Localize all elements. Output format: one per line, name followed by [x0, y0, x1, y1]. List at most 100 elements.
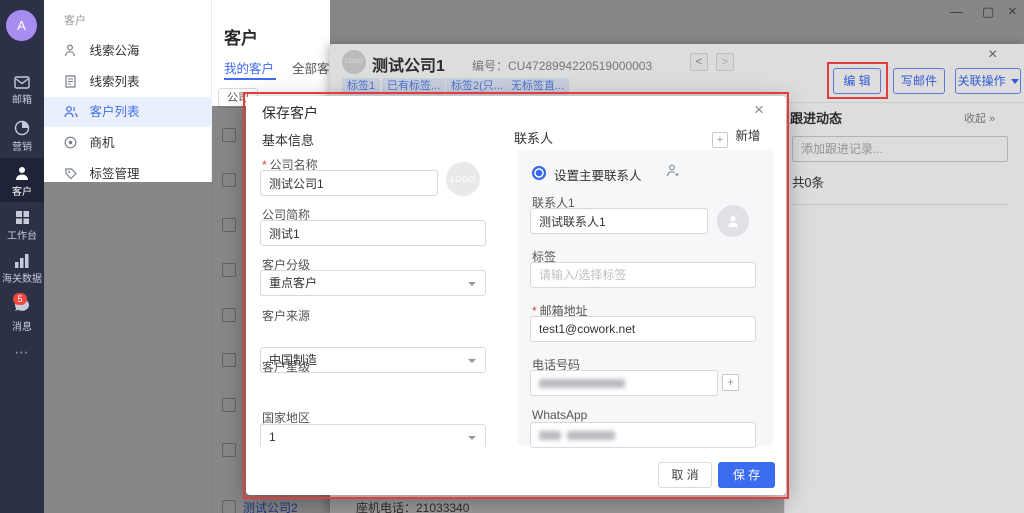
- prev-customer-button[interactable]: <: [690, 53, 708, 71]
- contact-whatsapp-label: WhatsApp: [532, 408, 587, 422]
- write-email-button[interactable]: 写邮件: [893, 68, 945, 94]
- sidebar-item-messages[interactable]: 5 消息: [0, 298, 44, 333]
- customer-tag[interactable]: 无标签直...: [506, 78, 569, 95]
- row-checkbox[interactable]: [222, 353, 236, 367]
- lead-pool-icon: [64, 38, 80, 68]
- customer-list-icon: [64, 99, 80, 129]
- page-title: 客户: [224, 24, 258, 49]
- primary-contact-radio[interactable]: [532, 166, 546, 180]
- nav-item-label: 线索公海: [89, 44, 139, 58]
- app-sidebar: A 邮箱 营销 客户 工作台 海关数据 5 消息 ⋯: [0, 0, 44, 513]
- lead-list-icon: [64, 69, 80, 99]
- contact-whatsapp-input[interactable]: [530, 422, 756, 448]
- nav-item-customer-list[interactable]: 客户列表: [44, 97, 212, 127]
- basic-info-form: 基本信息 *公司名称 LOGO 公司简称 客户分级 重点客户 客户来源 中国制造…: [246, 96, 502, 446]
- company-logo: LOGO: [342, 50, 366, 74]
- chevron-down-icon: [1011, 79, 1019, 84]
- company-logo-placeholder[interactable]: LOGO: [446, 162, 480, 196]
- row-checkbox[interactable]: [222, 173, 236, 187]
- sidebar-item-customers[interactable]: 客户: [0, 158, 44, 202]
- tag-icon: [64, 161, 80, 191]
- phone-cell-text: 座机电话：21033340: [356, 499, 469, 513]
- sidebar-item-label: 营销: [0, 138, 44, 153]
- follow-up-input[interactable]: [792, 136, 1008, 162]
- sidebar-item-customs-data[interactable]: 海关数据: [0, 254, 44, 285]
- contact-avatar: [717, 205, 749, 237]
- pie-chart-icon: [14, 120, 30, 136]
- contact-phone-input[interactable]: [530, 370, 718, 396]
- nav-item-label: 商机: [89, 136, 114, 150]
- window-close-button[interactable]: ×: [1008, 3, 1017, 20]
- customer-tag[interactable]: 已有标签...: [382, 78, 445, 95]
- row-checkbox[interactable]: [222, 263, 236, 277]
- company-code-label: 编号：: [472, 59, 508, 73]
- field-label-customer-source: 客户来源: [262, 307, 310, 324]
- avatar[interactable]: A: [6, 10, 37, 41]
- add-phone-button[interactable]: +: [722, 374, 739, 391]
- edit-button[interactable]: 编 辑: [833, 68, 881, 94]
- related-actions-button[interactable]: 关联操作: [955, 68, 1021, 94]
- masked-whatsapp-value: [567, 431, 615, 440]
- app-window: A 邮箱 营销 客户 工作台 海关数据 5 消息 ⋯: [0, 0, 1024, 513]
- row-checkbox[interactable]: [222, 500, 236, 513]
- sidebar-item-mail[interactable]: 邮箱: [0, 76, 44, 106]
- masked-whatsapp-value: [539, 431, 561, 440]
- contact-tag-input[interactable]: [530, 262, 756, 288]
- add-contact-button[interactable]: + 新增: [712, 125, 760, 148]
- company-name-input[interactable]: [260, 170, 438, 196]
- related-actions-label: 关联操作: [957, 74, 1005, 88]
- collapse-link[interactable]: 收起 »: [964, 110, 995, 126]
- modal-close-icon[interactable]: ×: [754, 100, 764, 120]
- sidebar-item-workbench[interactable]: 工作台: [0, 210, 44, 242]
- add-contact-label: 新增: [735, 129, 760, 143]
- customer-star-select[interactable]: 1: [260, 424, 486, 446]
- drawer-close-icon[interactable]: ×: [988, 46, 997, 64]
- list-row-phone-cell: 座机电话：21033340: [330, 497, 784, 513]
- window-maximize-button[interactable]: ▢: [982, 4, 994, 20]
- nav-item-label: 客户列表: [89, 105, 139, 119]
- row-checkbox[interactable]: [222, 443, 236, 457]
- nav-item-lead-list[interactable]: 线索列表: [44, 67, 212, 97]
- save-button[interactable]: 保 存: [718, 462, 775, 488]
- company-name: 测试公司1: [372, 52, 445, 76]
- customer-tag[interactable]: 标签2(只...: [446, 78, 508, 95]
- sidebar-item-label: 邮箱: [0, 91, 44, 106]
- message-badge: 5: [13, 293, 26, 305]
- window-minimize-button[interactable]: —: [950, 4, 963, 19]
- mail-icon: [14, 76, 30, 89]
- nav-sidebar: 客户 线索公海 线索列表 客户列表 商机 标签管理: [44, 0, 212, 513]
- primary-contact-label: 设置主要联系人: [554, 165, 642, 184]
- row-checkbox[interactable]: [222, 308, 236, 322]
- row-checkbox[interactable]: [222, 398, 236, 412]
- row-checkbox[interactable]: [222, 128, 236, 142]
- sidebar-item-marketing[interactable]: 营销: [0, 120, 44, 153]
- contact-panel: 设置主要联系人 联系人1 标签 *邮箱地址 电话号码 + WhatsApp: [518, 150, 773, 446]
- nav-item-tag-management[interactable]: 标签管理: [44, 159, 212, 189]
- row-checkbox[interactable]: [222, 218, 236, 232]
- nav-item-label: 标签管理: [89, 167, 139, 181]
- section-basic-info: 基本信息: [262, 130, 314, 149]
- nav-item-lead-pool[interactable]: 线索公海: [44, 36, 212, 66]
- customer-level-select[interactable]: 重点客户: [260, 270, 486, 296]
- save-customer-modal: 保存客户 × 基本信息 *公司名称 LOGO 公司简称 客户分级 重点客户 客户…: [246, 96, 786, 495]
- contact-person-icon: [666, 164, 679, 180]
- contact-email-input[interactable]: [530, 316, 756, 342]
- company-code: 编号：CU4728994220519000003: [472, 57, 652, 74]
- nav-item-opportunity[interactable]: 商机: [44, 128, 212, 158]
- sidebar-item-label: 消息: [0, 318, 44, 333]
- titlebar-dim: — ▢ ×: [330, 0, 1024, 44]
- cancel-button[interactable]: 取 消: [658, 462, 712, 488]
- tab-my-customers[interactable]: 我的客户: [224, 58, 274, 77]
- customer-tag[interactable]: 标签1: [342, 78, 380, 95]
- customer-link[interactable]: 测试公司2: [243, 499, 298, 513]
- grid-icon: [15, 210, 30, 225]
- company-short-input[interactable]: [260, 220, 486, 246]
- contact-name-input[interactable]: [530, 208, 708, 234]
- active-tab-underline: [224, 78, 276, 80]
- masked-phone-value: [539, 379, 625, 388]
- sidebar-item-label: 工作台: [0, 227, 44, 242]
- next-customer-button[interactable]: >: [716, 53, 734, 71]
- sidebar-more-icon[interactable]: ⋯: [0, 344, 44, 361]
- company-code-value: CU4728994220519000003: [508, 59, 652, 73]
- activity-count: 共0条: [792, 172, 824, 191]
